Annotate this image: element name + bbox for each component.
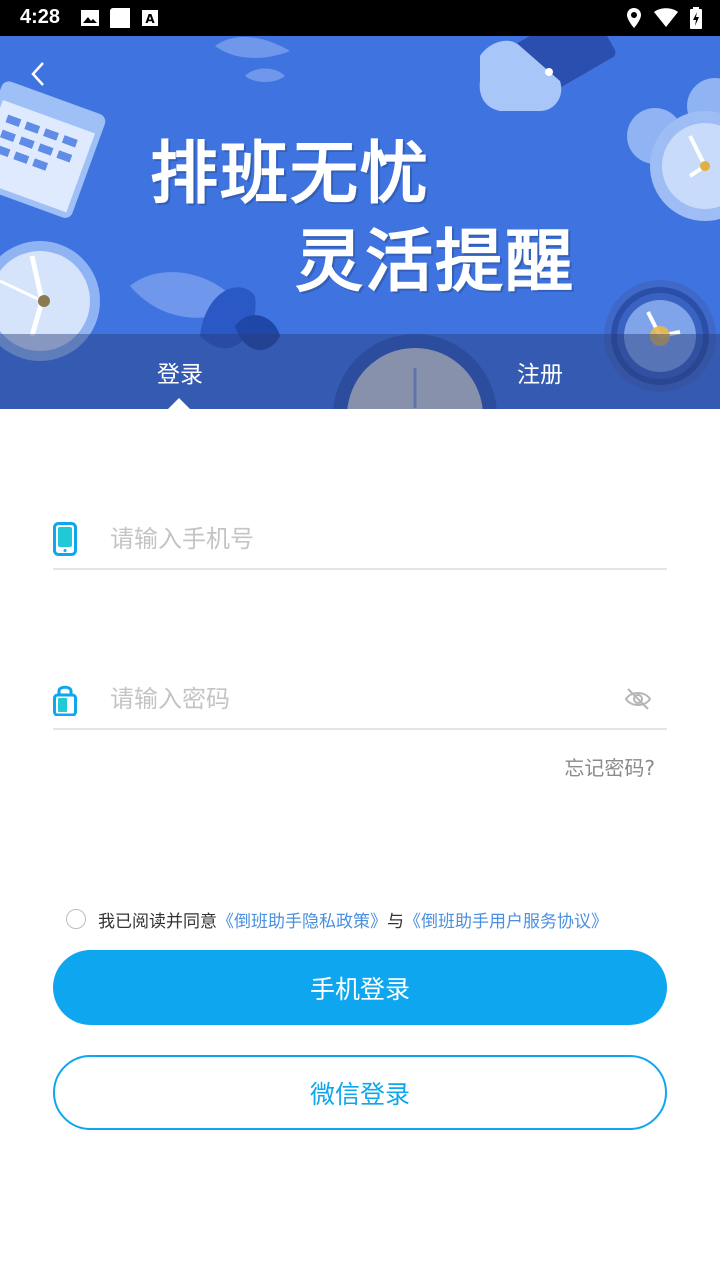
back-button[interactable] bbox=[22, 58, 54, 90]
privacy-policy-link[interactable]: 《倒班助手隐私政策》 bbox=[217, 907, 387, 932]
password-field-row bbox=[53, 660, 667, 730]
eye-off-icon bbox=[624, 688, 652, 710]
font-icon: A bbox=[142, 10, 158, 26]
phone-login-button[interactable]: 手机登录 bbox=[53, 950, 667, 1025]
agreement-prefix: 我已阅读并同意 bbox=[98, 911, 217, 932]
status-bar: 4:28 A bbox=[0, 0, 720, 36]
calendar-icon bbox=[0, 81, 106, 218]
banner-slogan-line1: 排班无忧 bbox=[150, 135, 431, 214]
agreement-connector: 与 bbox=[387, 911, 404, 932]
alarm-clock-right bbox=[627, 78, 720, 221]
thumbs-up-icon bbox=[479, 36, 616, 111]
active-tab-indicator bbox=[168, 398, 190, 409]
phone-field-row bbox=[53, 500, 667, 570]
terms-of-service-link[interactable]: 《倒班助手用户服务协议》 bbox=[404, 907, 608, 932]
status-time: 4:28 bbox=[20, 6, 61, 28]
phone-icon bbox=[53, 522, 77, 556]
svg-text:A: A bbox=[145, 12, 155, 26]
password-input[interactable] bbox=[110, 678, 610, 720]
wifi-icon bbox=[654, 8, 678, 27]
forgot-password-link[interactable]: 忘记密码? bbox=[564, 752, 655, 781]
banner-slogan-line2: 灵活提醒 bbox=[295, 223, 576, 302]
square-icon bbox=[110, 8, 130, 28]
agreement-row: 我已阅读并同意 《倒班助手隐私政策》 与 《倒班助手用户服务协议》 bbox=[66, 906, 608, 932]
toggle-password-visibility[interactable] bbox=[623, 684, 653, 714]
lock-icon bbox=[53, 685, 77, 716]
tab-register[interactable]: 注册 bbox=[360, 334, 720, 409]
chevron-left-icon bbox=[31, 62, 44, 86]
image-icon bbox=[81, 10, 99, 26]
hero-banner: 排班无忧 灵活提醒 登录 注册 bbox=[0, 36, 720, 409]
agreement-checkbox[interactable] bbox=[66, 909, 86, 929]
status-notification-icons: A bbox=[80, 8, 160, 28]
status-system-icons bbox=[626, 7, 702, 29]
phone-input[interactable] bbox=[110, 518, 610, 560]
battery-icon bbox=[690, 7, 702, 29]
auth-tabs: 登录 注册 bbox=[0, 334, 720, 409]
location-icon bbox=[627, 8, 641, 28]
wechat-login-button[interactable]: 微信登录 bbox=[53, 1055, 667, 1130]
